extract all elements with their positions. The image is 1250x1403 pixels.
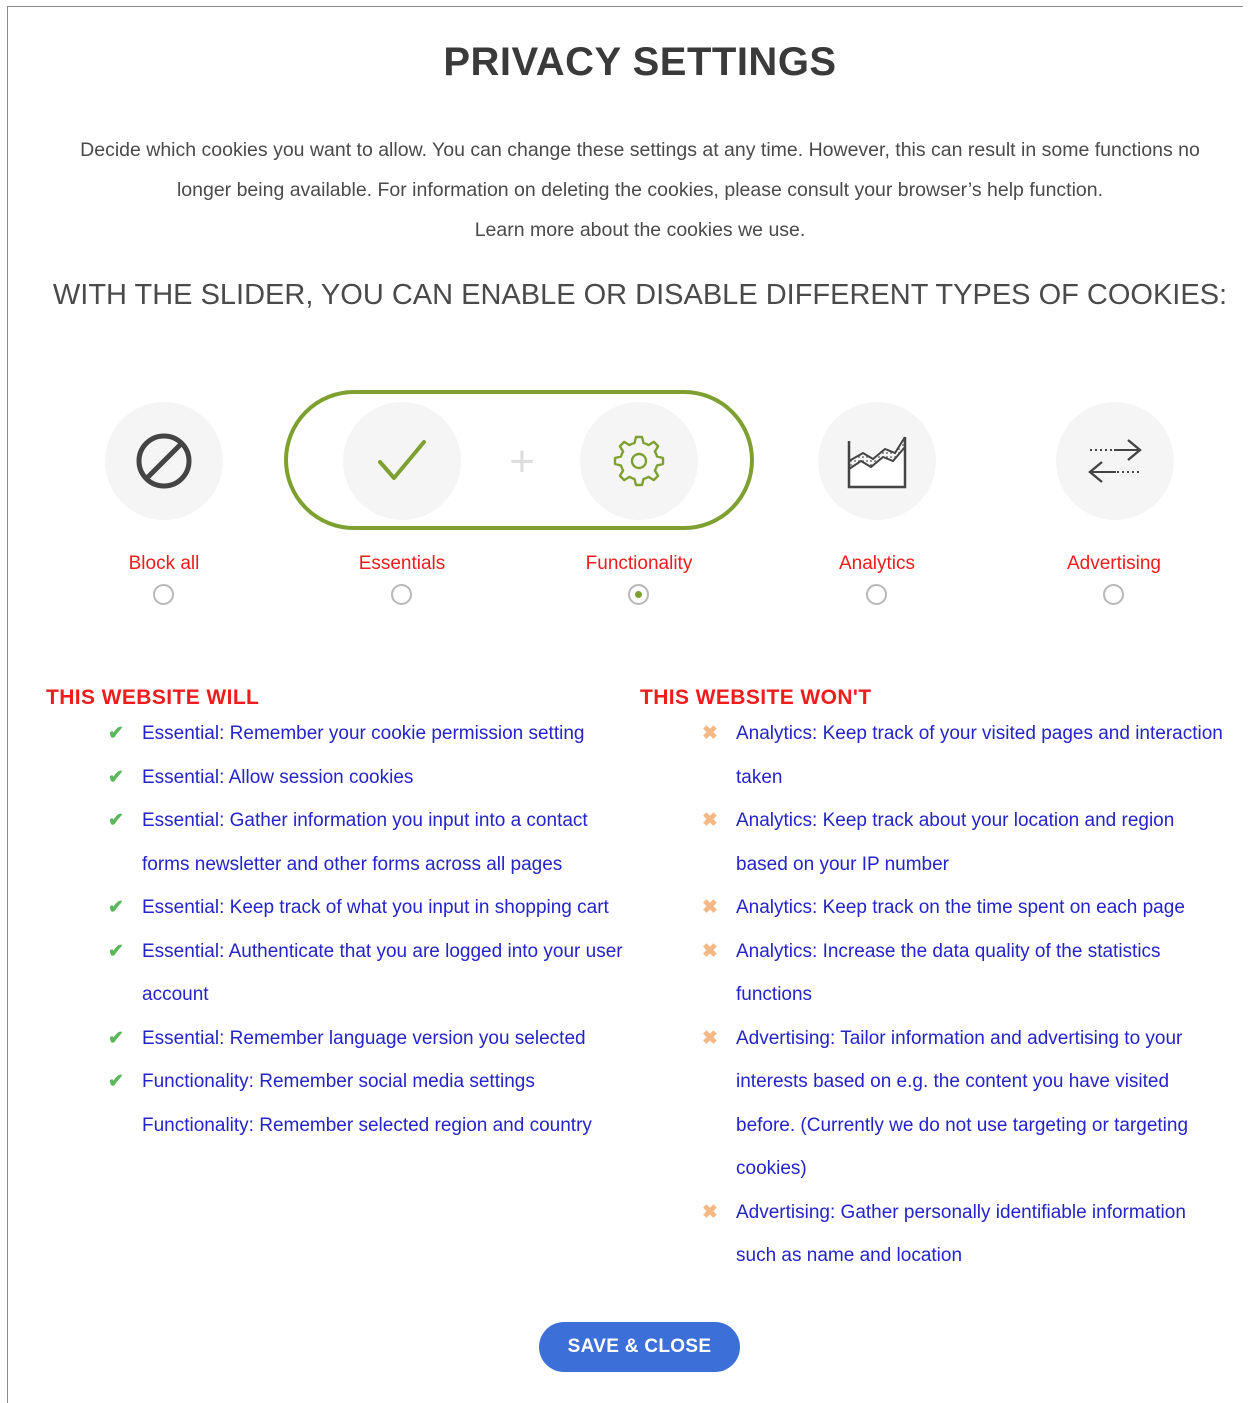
block-icon [136, 433, 192, 489]
list-item-text: Essential: Allow session cookies [142, 766, 414, 788]
option-label-advertising[interactable]: Advertising [1014, 553, 1214, 575]
list-item: ✔ Essential: Allow session cookies [104, 756, 624, 800]
cross-icon: ✖ [702, 723, 718, 744]
save-and-close-button[interactable]: SAVE & CLOSE [539, 1322, 740, 1372]
intro-paragraph: Decide which cookies you want to allow. … [55, 130, 1225, 250]
check-icon: ✔ [108, 723, 124, 744]
cross-icon: ✖ [702, 897, 718, 918]
list-item: ✔ Essential: Authenticate that you are lo… [104, 930, 624, 1017]
list-item: ✔ Functionality: Remember social media se… [104, 1060, 624, 1104]
list-item: ✖ Analytics: Keep track of your visited p… [698, 712, 1228, 799]
learn-more-link[interactable]: Learn more about the cookies we use. [55, 210, 1225, 250]
list-item-text: Essential: Authenticate that you are log… [142, 940, 623, 1006]
check-icon: ✔ [108, 1071, 124, 1092]
list-item-text: Analytics: Keep track about your locatio… [736, 810, 1175, 875]
page-title: PRIVACY SETTINGS [443, 40, 837, 84]
dialog-border-left [7, 6, 8, 1403]
will-list: ✔ Essential: Remember your cookie permiss… [104, 712, 624, 1147]
list-item-text: Analytics: Keep track of your visited pa… [736, 723, 1223, 788]
list-item: ✔ Essential: Gather information you input… [104, 799, 624, 886]
dialog-border-top [7, 6, 1243, 7]
option-label-block-all[interactable]: Block all [64, 553, 264, 575]
check-icon: ✔ [108, 810, 124, 831]
option-label-essentials[interactable]: Essentials [302, 553, 502, 575]
list-item: ✖ Analytics: Keep track on the time spent… [698, 886, 1228, 930]
slider-heading: WITH THE SLIDER, YOU CAN ENABLE OR DISAB… [52, 279, 1228, 311]
wont-list: ✖ Analytics: Keep track of your visited p… [698, 712, 1228, 1278]
radio-functionality[interactable] [628, 584, 649, 605]
wont-heading: THIS WEBSITE WON'T [640, 686, 872, 709]
list-item: ✖ Advertising: Tailor information and adv… [698, 1017, 1228, 1191]
option-advertising[interactable] [1056, 402, 1174, 520]
cross-icon: ✖ [702, 1027, 718, 1049]
list-item-text: Functionality: Remember selected region … [142, 1114, 592, 1136]
gear-icon [613, 435, 665, 487]
check-icon: ✔ [108, 766, 124, 788]
list-item-text: Essential: Keep track of what you input … [142, 897, 609, 918]
list-item: ✖ Analytics: Increase the data quality of… [698, 930, 1228, 1017]
will-heading: THIS WEBSITE WILL [46, 686, 260, 709]
list-item: ✔ Essential: Remember your cookie permiss… [104, 712, 624, 756]
cross-icon: ✖ [702, 940, 718, 962]
cross-icon: ✖ [702, 810, 718, 831]
list-item-text: Essential: Gather information you input … [142, 810, 588, 875]
list-item-text: Essential: Remember your cookie permissi… [142, 723, 585, 744]
check-icon: ✔ [108, 897, 124, 918]
list-item-text: Functionality: Remember social media set… [142, 1071, 535, 1092]
exchange-arrows-icon [1088, 439, 1142, 483]
radio-advertising[interactable] [1103, 584, 1124, 605]
option-label-functionality[interactable]: Functionality [539, 553, 739, 575]
check-icon: ✔ [108, 1027, 124, 1049]
option-functionality[interactable] [580, 402, 698, 520]
checkmark-icon [378, 440, 426, 480]
list-item-text: Advertising: Tailor information and adve… [736, 1027, 1189, 1180]
list-item: ✖ Analytics: Keep track about your locati… [698, 799, 1228, 886]
list-item: ✔ Essential: Remember language version yo… [104, 1017, 624, 1061]
option-label-analytics[interactable]: Analytics [777, 553, 977, 575]
list-item: ✖ Advertising: Gather personally identifi… [698, 1191, 1228, 1278]
analytics-chart-icon [847, 436, 907, 489]
radio-analytics[interactable] [866, 584, 887, 605]
radio-essentials[interactable] [391, 584, 412, 605]
radio-block-all[interactable] [153, 584, 174, 605]
option-analytics[interactable] [818, 402, 936, 520]
plus-separator: + [509, 437, 535, 486]
list-item-text: Analytics: Increase the data quality of … [736, 940, 1161, 1006]
list-item: Functionality: Remember selected region … [104, 1104, 624, 1148]
option-block-all[interactable] [105, 402, 223, 520]
list-item-text: Analytics: Keep track on the time spent … [736, 897, 1185, 918]
list-item: ✔ Essential: Keep track of what you input… [104, 886, 624, 930]
intro-text: Decide which cookies you want to allow. … [80, 139, 1200, 201]
option-essentials[interactable] [343, 402, 461, 520]
list-item-text: Essential: Remember language version you… [142, 1027, 586, 1049]
cross-icon: ✖ [702, 1201, 718, 1223]
check-icon: ✔ [108, 940, 124, 962]
list-item-text: Advertising: Gather personally identifia… [736, 1201, 1186, 1267]
